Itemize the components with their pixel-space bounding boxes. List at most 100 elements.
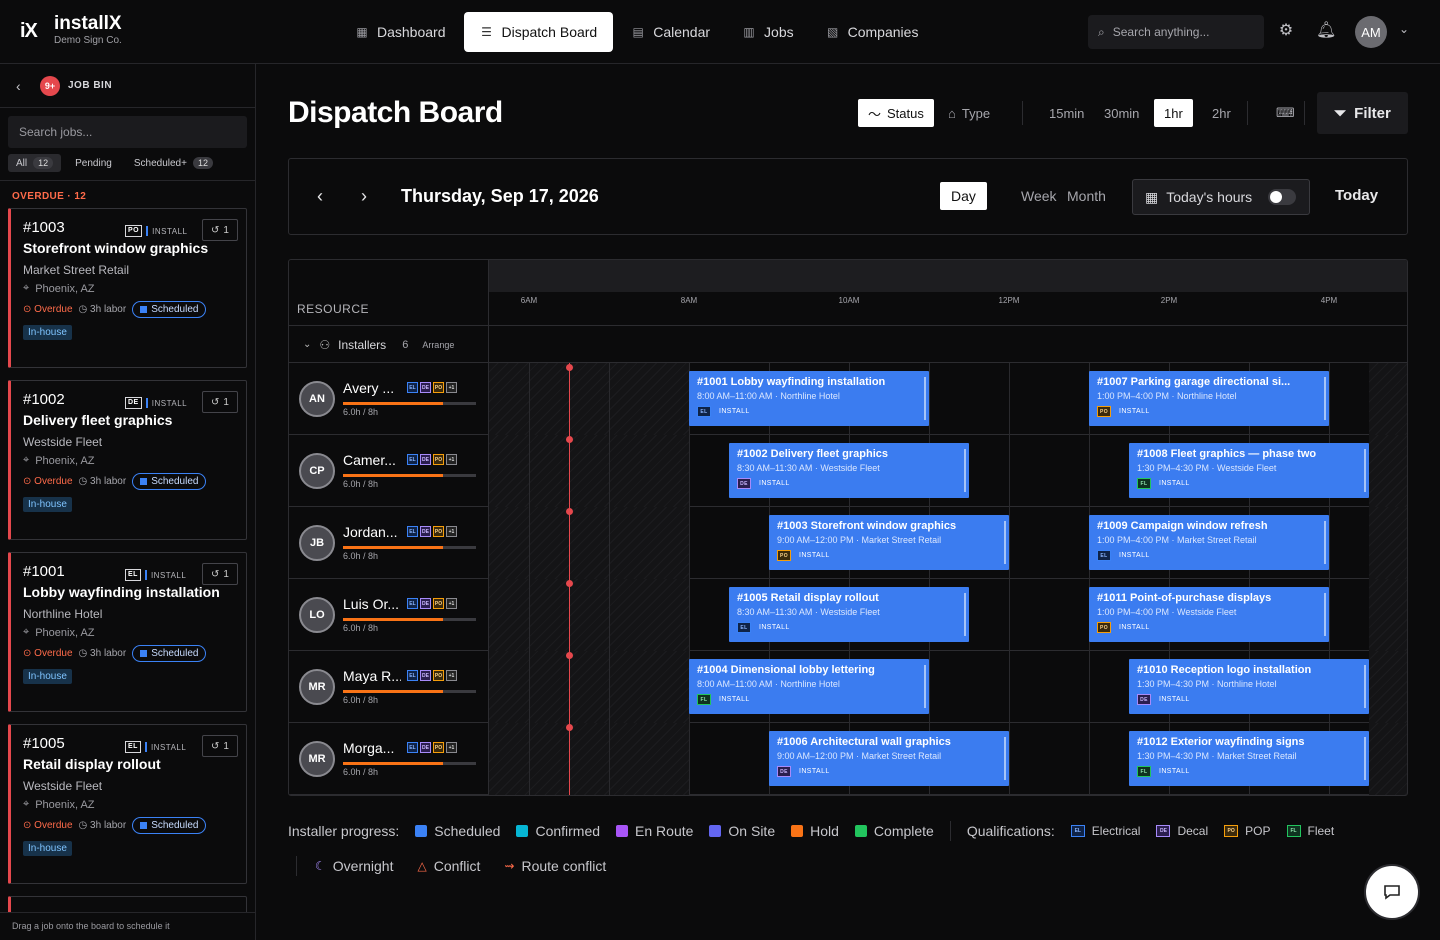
legend-qual-decal: DE Decal: [1156, 824, 1208, 838]
calendar-clock-icon: ▦: [1145, 188, 1159, 205]
resource-lane[interactable]: #1001 Lobby wayfinding installation 8:00 …: [489, 363, 1407, 435]
arrange-button[interactable]: Arrange: [422, 340, 454, 350]
resource-cell[interactable]: CP Camer... EL DE PO +1 6.0h / 8h: [289, 435, 489, 507]
interval-1hr[interactable]: 1hr: [1154, 99, 1193, 127]
qualification-badge: DE: [1156, 825, 1171, 837]
filter-all[interactable]: All 12: [8, 154, 62, 172]
event-type: INSTALL: [1119, 624, 1150, 631]
nav-dashboard[interactable]: ▦ Dashboard: [341, 12, 460, 52]
todays-hours-switch[interactable]: [1268, 189, 1297, 205]
avatar: JB: [299, 525, 335, 561]
collapse-icon[interactable]: ‹: [16, 78, 28, 94]
resource-cell[interactable]: LO Luis Or... EL DE PO +1 6.0h / 8h: [289, 579, 489, 651]
bell-icon[interactable]: 🔔︎: [1316, 21, 1336, 41]
resource-cell[interactable]: MR Maya R... EL DE PO +1 6.0h / 8h: [289, 651, 489, 723]
type-toggle[interactable]: ⌂ Type: [938, 99, 1000, 127]
history-button[interactable]: ↺ 1: [202, 735, 238, 757]
legend-qual-name: Fleet: [1307, 824, 1335, 838]
view-month[interactable]: Month: [1056, 182, 1117, 210]
chat-button[interactable]: [1364, 864, 1420, 920]
overdue-label: Overdue: [34, 820, 73, 831]
gear-icon[interactable]: ⚙: [1276, 21, 1296, 41]
job-search-input[interactable]: Search jobs...: [8, 116, 247, 148]
qualification-badges: EL DE PO +1: [407, 454, 457, 465]
interval-30min[interactable]: 30min: [1094, 99, 1149, 127]
nav-jobs[interactable]: ▥ Jobs: [728, 12, 808, 52]
interval-15min[interactable]: 15min: [1039, 99, 1094, 127]
job-event[interactable]: #1002 Delivery fleet graphics 8:30 AM–11:…: [729, 443, 969, 498]
nav-label: Dashboard: [377, 24, 446, 40]
calendar-icon: ▤: [632, 25, 644, 39]
event-title: #1011 Point-of-purchase displays: [1097, 592, 1272, 604]
resource-lane[interactable]: #1003 Storefront window graphics 9:00 AM–…: [489, 507, 1407, 579]
chevron-down-icon[interactable]: ⌄: [303, 339, 311, 350]
nav-companies[interactable]: ▧ Companies: [812, 12, 933, 52]
chevron-down-icon[interactable]: ⌄: [1399, 22, 1409, 36]
legend-marker-label: Conflict: [433, 858, 481, 874]
resource-cell[interactable]: AN Avery ... EL DE PO +1 6.0h / 8h: [289, 363, 489, 435]
crew-badge: In-house: [23, 841, 72, 856]
resource-row: JB Jordan... EL DE PO +1 6.0h / 8h #1003 Storef…: [289, 507, 1407, 579]
resource-cell[interactable]: JB Jordan... EL DE PO +1 6.0h / 8h: [289, 507, 489, 579]
job-event[interactable]: #1001 Lobby wayfinding installation 8:00 …: [689, 371, 929, 426]
job-event[interactable]: #1011 Point-of-purchase displays 1:00 PM–…: [1089, 587, 1329, 642]
history-button[interactable]: ↺ 1: [202, 391, 238, 413]
job-event[interactable]: #1009 Campaign window refresh 1:00 PM–4:0…: [1089, 515, 1329, 570]
job-event[interactable]: #1005 Retail display rollout 8:30 AM–11:3…: [729, 587, 969, 642]
status-badge: Scheduled: [132, 817, 207, 834]
qualification-badge: EL: [407, 670, 418, 681]
qualification-badge: PO: [433, 526, 444, 537]
job-event[interactable]: #1003 Storefront window graphics 9:00 AM–…: [769, 515, 1009, 570]
resource-lane[interactable]: #1004 Dimensional lobby lettering 8:00 AM…: [489, 651, 1407, 723]
history-count: 1: [223, 568, 229, 580]
job-card[interactable]: #1001 EL INSTALL ↺ 1 Lobby wayfinding install…: [8, 552, 247, 712]
event-type: INSTALL: [759, 624, 790, 631]
todays-hours-toggle[interactable]: ▦ Today's hours: [1132, 179, 1310, 215]
job-event[interactable]: #1012 Exterior wayfinding signs 1:30 PM–4…: [1129, 731, 1369, 786]
status-toggle[interactable]: 〜 Status: [858, 99, 934, 127]
capacity-bar: [343, 762, 476, 765]
history-button[interactable]: ↺ 1: [202, 563, 238, 585]
event-time: 1:00 PM–4:00 PM · Northline Hotel: [1097, 391, 1237, 401]
qualification-badge: DE: [420, 526, 431, 537]
nav-calendar[interactable]: ▤ Calendar: [617, 12, 724, 52]
qualification-badge: DE: [420, 598, 431, 609]
view-day[interactable]: Day: [940, 182, 987, 210]
resource-lane[interactable]: #1002 Delivery fleet graphics 8:30 AM–11:…: [489, 435, 1407, 507]
keyboard-icon[interactable]: ⌨: [1266, 99, 1305, 127]
nav-dispatch-board[interactable]: ☰ Dispatch Board: [463, 12, 614, 52]
job-event[interactable]: #1007 Parking garage directional si... 1:…: [1089, 371, 1329, 426]
job-event[interactable]: #1008 Fleet graphics — phase two 1:30 PM–…: [1129, 443, 1369, 498]
filter-scheduled[interactable]: Scheduled+ 12: [126, 154, 221, 172]
building-icon: ▧: [826, 25, 839, 39]
job-event[interactable]: #1010 Reception logo installation 1:30 PM…: [1129, 659, 1369, 714]
event-type: INSTALL: [799, 552, 830, 559]
legend-markers: ☾ Overnight △ Conflict ⇝ Route conflict: [296, 856, 606, 876]
logo[interactable]: iX installX Demo Sign Co.: [20, 14, 122, 48]
avatar[interactable]: AM: [1355, 16, 1387, 48]
history-button[interactable]: ↺ 1: [202, 219, 238, 241]
qualification-badge: PO: [433, 382, 444, 393]
clock-icon: ◷: [78, 476, 91, 487]
today-button[interactable]: Today: [1335, 187, 1378, 204]
interval-2hr[interactable]: 2hr: [1202, 99, 1241, 127]
prev-day-icon[interactable]: ‹: [317, 186, 323, 207]
filter-pending[interactable]: Pending: [67, 155, 120, 172]
legend-status-confirmed: Confirmed: [516, 823, 600, 839]
resource-name: Morga...: [343, 740, 395, 756]
resource-lane[interactable]: #1005 Retail display rollout 8:30 AM–11:3…: [489, 579, 1407, 651]
job-event[interactable]: #1004 Dimensional lobby lettering 8:00 AM…: [689, 659, 929, 714]
job-title: Retail display rollout: [23, 756, 161, 772]
job-card[interactable]: #1002 DE INSTALL ↺ 1 Delivery fleet graphics W…: [8, 380, 247, 540]
global-search[interactable]: ⌕ Search anything...: [1088, 15, 1264, 49]
alert-icon: ⊙: [23, 304, 35, 315]
next-day-icon[interactable]: ›: [361, 186, 367, 207]
labor-label: 3h labor: [90, 820, 127, 831]
job-card[interactable]: #1005 EL INSTALL ↺ 1 Retail display rollout We…: [8, 724, 247, 884]
resource-lane[interactable]: #1006 Architectural wall graphics 9:00 AM…: [489, 723, 1407, 795]
job-event[interactable]: #1006 Architectural wall graphics 9:00 AM…: [769, 731, 1009, 786]
brand-name: installX: [54, 13, 122, 34]
filter-button[interactable]: ⏷ Filter: [1317, 92, 1408, 134]
resource-cell[interactable]: MR Morga... EL DE PO +1 6.0h / 8h: [289, 723, 489, 795]
job-card[interactable]: #1003 PO INSTALL ↺ 1 Storefront window graphi…: [8, 208, 247, 368]
